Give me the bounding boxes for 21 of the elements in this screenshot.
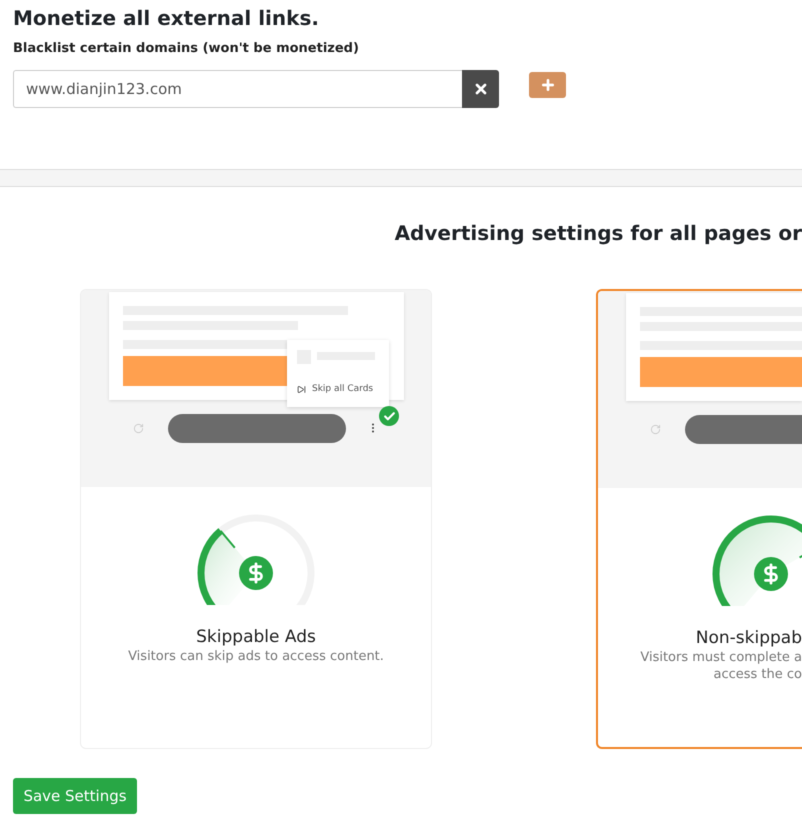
remove-button[interactable] <box>462 70 499 108</box>
blacklist-label: Blacklist certain domains (won't be monetized) <box>13 41 360 56</box>
domain-input-field[interactable]: www.dianjin123.com <box>13 70 462 108</box>
ad-type-title: Non-skippab <box>696 628 802 648</box>
ad-type-description: Visitors can skip ads to access content. <box>128 649 384 664</box>
menu-item-text: Skip all Cards <box>312 384 374 394</box>
refresh-icon <box>650 424 661 435</box>
refresh-icon <box>133 423 144 434</box>
ad-type-description: access the co <box>713 667 802 682</box>
check-icon <box>379 406 399 426</box>
dollar-icon <box>239 556 273 590</box>
ad-type-card[interactable]: Non-skippab Visitors must complete a access the co <box>596 289 802 749</box>
close-icon <box>472 81 488 97</box>
page-title: Monetize all external links. <box>13 6 320 30</box>
skip-icon <box>297 384 306 394</box>
ad-type-title: Skippable Ads <box>196 627 316 647</box>
plus-icon <box>540 77 556 93</box>
add-button[interactable] <box>529 72 566 98</box>
ad-type-card[interactable]: Skip all Cards Skippable Ads Visitors can skip ads to access content. <box>80 289 432 749</box>
ad-type-description: Visitors must complete a <box>640 650 802 665</box>
section-heading: Advertising settings for all pages or <box>394 221 802 245</box>
